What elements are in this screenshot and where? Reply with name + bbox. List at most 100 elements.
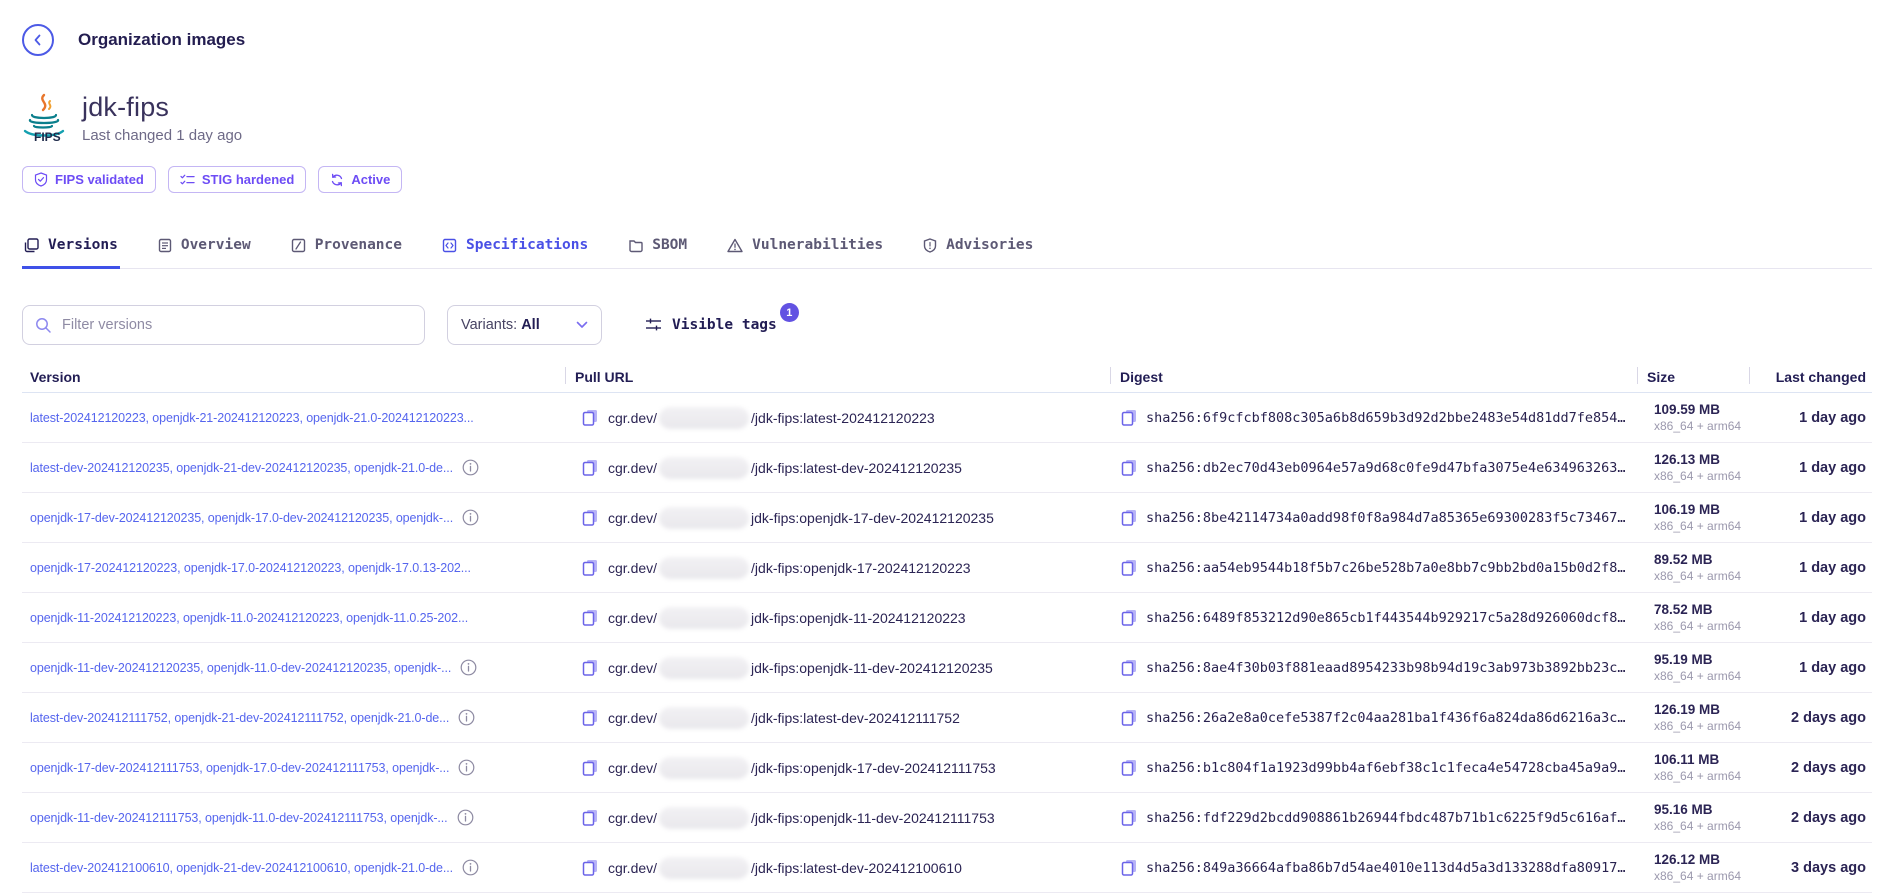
table-row: openjdk-17-202412120223, openjdk-17.0-20…: [22, 543, 1872, 593]
last-changed-value: 1 day ago: [1749, 660, 1872, 676]
tab-label: Vulnerabilities: [752, 237, 883, 253]
table-row: openjdk-17-dev-202412120235, openjdk-17.…: [22, 493, 1872, 543]
copy-digest-button[interactable]: [1120, 808, 1138, 827]
copy-pull-url-button[interactable]: [581, 808, 599, 827]
table-row: latest-202412120223, openjdk-21-20241212…: [22, 393, 1872, 443]
info-icon[interactable]: [462, 509, 479, 526]
redacted-org-name: [659, 707, 749, 729]
search-input[interactable]: [62, 317, 412, 333]
copy-pull-url-button[interactable]: [581, 408, 599, 427]
copy-pull-url-button[interactable]: [581, 608, 599, 627]
copy-digest-button[interactable]: [1120, 858, 1138, 877]
digest-value: sha256:db2ec70d43eb0964e57a9d68c0fe9d47b…: [1146, 460, 1626, 476]
pull-url: cgr.dev/jdk-fips:openjdk-11-202412120223: [608, 607, 966, 629]
copy-digest-button[interactable]: [1120, 708, 1138, 727]
copy-pull-url-button[interactable]: [581, 858, 599, 877]
digest-value: sha256:6489f853212d90e865cb1f443544b9292…: [1146, 610, 1626, 626]
size-value: 109.59 MB: [1654, 402, 1720, 417]
visible-tags-button[interactable]: Visible tags 1: [645, 317, 777, 333]
version-link[interactable]: latest-dev-202412120235, openjdk-21-dev-…: [30, 461, 453, 475]
pull-url: cgr.dev//jdk-fips:openjdk-17-dev-2024121…: [608, 757, 996, 779]
pull-url: cgr.dev//jdk-fips:latest-202412120223: [608, 407, 935, 429]
version-link[interactable]: openjdk-11-202412120223, openjdk-11.0-20…: [30, 611, 468, 625]
info-icon[interactable]: [462, 459, 479, 476]
copy-pull-url-button[interactable]: [581, 658, 599, 677]
provenance-icon: [291, 238, 306, 253]
tab-versions[interactable]: Versions: [22, 237, 120, 269]
copy-icon: [581, 758, 599, 777]
redacted-org-name: [659, 607, 749, 629]
version-link[interactable]: latest-dev-202412111752, openjdk-21-dev-…: [30, 711, 449, 725]
tab-vulnerabilities[interactable]: Vulnerabilities: [725, 237, 885, 269]
size-value: 126.19 MB: [1654, 702, 1720, 717]
table-row: openjdk-11-202412120223, openjdk-11.0-20…: [22, 593, 1872, 643]
copy-digest-button[interactable]: [1120, 758, 1138, 777]
tab-advisories[interactable]: Advisories: [921, 237, 1035, 269]
last-changed-value: 1 day ago: [1749, 410, 1872, 426]
redacted-org-name: [659, 507, 749, 529]
specifications-icon: [442, 238, 457, 253]
version-link[interactable]: openjdk-11-dev-202412120235, openjdk-11.…: [30, 661, 451, 675]
size-value: 106.11 MB: [1654, 752, 1719, 767]
tab-label: Provenance: [315, 237, 402, 253]
info-icon[interactable]: [462, 859, 479, 876]
digest-value: sha256:fdf229d2bcdd908861b26944fbdc487b7…: [1146, 810, 1626, 826]
copy-pull-url-button[interactable]: [581, 458, 599, 477]
variants-dropdown[interactable]: Variants: All: [447, 305, 602, 345]
info-icon[interactable]: [458, 709, 475, 726]
copy-icon: [1120, 708, 1138, 727]
copy-pull-url-button[interactable]: [581, 708, 599, 727]
redacted-org-name: [659, 457, 749, 479]
tab-label: Advisories: [946, 237, 1033, 253]
pull-url: cgr.dev//jdk-fips:latest-dev-20241210061…: [608, 857, 962, 879]
copy-digest-button[interactable]: [1120, 408, 1138, 427]
last-changed-value: 1 day ago: [1749, 560, 1872, 576]
tab-overview[interactable]: Overview: [156, 237, 253, 269]
table-body: latest-202412120223, openjdk-21-20241212…: [22, 393, 1872, 893]
version-link[interactable]: openjdk-17-dev-202412111753, openjdk-17.…: [30, 761, 449, 775]
tab-sbom[interactable]: SBOM: [626, 237, 689, 269]
architectures-label: x86_64 + arm64: [1654, 519, 1741, 533]
back-button[interactable]: [22, 24, 54, 56]
table-row: latest-dev-202412100610, openjdk-21-dev-…: [22, 843, 1872, 893]
copy-digest-button[interactable]: [1120, 608, 1138, 627]
copy-icon: [1120, 808, 1138, 827]
copy-digest-button[interactable]: [1120, 658, 1138, 677]
filter-versions-searchbox[interactable]: [22, 305, 425, 345]
copy-icon: [581, 408, 599, 427]
table-header-row: Version Pull URL Digest Size Last change…: [22, 361, 1872, 393]
copy-pull-url-button[interactable]: [581, 558, 599, 577]
copy-digest-button[interactable]: [1120, 558, 1138, 577]
tab-specifications[interactable]: Specifications: [440, 237, 590, 269]
tab-label: Specifications: [466, 237, 588, 253]
info-icon[interactable]: [460, 659, 477, 676]
badge-label: Active: [351, 172, 390, 187]
version-link[interactable]: latest-202412120223, openjdk-21-20241212…: [30, 411, 474, 425]
pull-url: cgr.dev//jdk-fips:latest-dev-20241211175…: [608, 707, 960, 729]
redacted-org-name: [659, 657, 749, 679]
copy-digest-button[interactable]: [1120, 458, 1138, 477]
version-link[interactable]: latest-dev-202412100610, openjdk-21-dev-…: [30, 861, 453, 875]
last-changed-value: 2 days ago: [1749, 710, 1872, 726]
info-icon[interactable]: [458, 759, 475, 776]
badge-label: STIG hardened: [202, 172, 294, 187]
copy-pull-url-button[interactable]: [581, 508, 599, 527]
badge-row: FIPS validated STIG hardened Active: [22, 166, 1872, 193]
copy-icon: [581, 808, 599, 827]
last-changed-value: 1 day ago: [1749, 460, 1872, 476]
copy-icon: [581, 508, 599, 527]
table-row: openjdk-11-dev-202412111753, openjdk-11.…: [22, 793, 1872, 843]
version-link[interactable]: openjdk-17-dev-202412120235, openjdk-17.…: [30, 511, 453, 525]
architectures-label: x86_64 + arm64: [1654, 669, 1741, 683]
info-icon[interactable]: [457, 809, 474, 826]
copy-icon: [581, 858, 599, 877]
column-header-pull-url: Pull URL: [565, 361, 1110, 392]
copy-pull-url-button[interactable]: [581, 758, 599, 777]
version-link[interactable]: openjdk-17-202412120223, openjdk-17.0-20…: [30, 561, 471, 575]
copy-digest-button[interactable]: [1120, 508, 1138, 527]
version-link[interactable]: openjdk-11-dev-202412111753, openjdk-11.…: [30, 811, 448, 825]
tab-provenance[interactable]: Provenance: [289, 237, 404, 269]
copy-icon: [581, 608, 599, 627]
stig-hardened-badge: STIG hardened: [168, 166, 306, 193]
size-value: 78.52 MB: [1654, 602, 1713, 617]
